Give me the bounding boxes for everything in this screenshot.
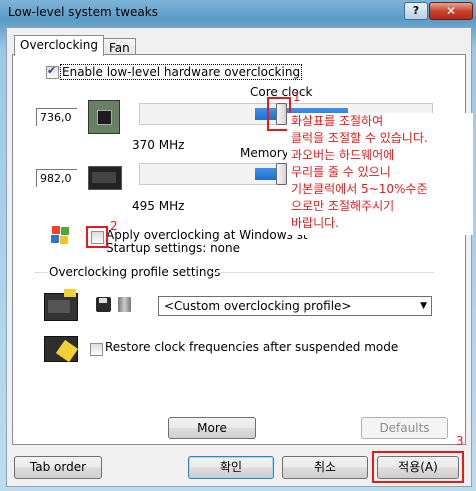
save-icon[interactable] (96, 297, 111, 312)
memory-chip-icon (88, 166, 122, 190)
profile-group-line (34, 272, 48, 273)
restore-clocks-label: Restore clock frequencies after suspende… (105, 340, 399, 354)
memory-clock-label: Memory (240, 146, 289, 160)
annotation-line: 화살표를 조절하여 (291, 114, 384, 128)
tab-overclocking[interactable]: Overclocking (14, 35, 104, 56)
annotation-line: 으로만 조절해주시기 (291, 199, 395, 213)
tab-order-button[interactable]: Tab order (14, 456, 102, 479)
help-button[interactable]: ? (404, 2, 428, 20)
memory-clock-value[interactable]: 982,0 (36, 169, 77, 187)
annotation-note: 화살표를 조절하여 클럭을 조절할 수 있습니다. 과오버는 하드웨어에 무리를… (287, 113, 473, 235)
defaults-button[interactable]: Defaults (361, 417, 448, 439)
chevron-down-icon: ▼ (420, 301, 427, 311)
profile-settings-header: Overclocking profile settings (49, 265, 221, 279)
annotation-line: 무리를 줄 수 있으니 (291, 165, 391, 179)
enable-overclocking-label: Enable low-level hardware overclocking (60, 64, 303, 80)
startup-settings-text: Startup settings: none (106, 241, 240, 255)
profile-card-icon (44, 289, 78, 321)
restore-clocks-checkbox[interactable] (90, 343, 103, 356)
annotation-marker-3: 3 (456, 434, 464, 448)
gpu-chip-icon (88, 100, 120, 134)
annotation-line: 과오버는 하드웨어에 (291, 148, 395, 162)
apply-at-startup-label: Apply overclocking at Windows st (106, 228, 308, 242)
window-title: Low-level system tweaks (8, 5, 158, 19)
delete-icon[interactable] (118, 297, 131, 312)
restore-card-icon (44, 336, 79, 363)
annotation-marker-2: 2 (110, 219, 118, 233)
close-button[interactable]: ✕ (429, 2, 473, 20)
annotation-line: 클럭을 조절할 수 있습니다. (291, 131, 428, 145)
profile-selected-value: <Custom overclocking profile> (164, 299, 352, 313)
annotation-line: 바랍니다. (291, 216, 339, 230)
ok-button[interactable]: 확인 (188, 456, 274, 479)
memory-clock-mhz: 495 MHz (132, 199, 185, 213)
annotation-marker-1: 1 (293, 90, 301, 104)
profile-dropdown[interactable]: <Custom overclocking profile> ▼ (158, 296, 432, 316)
core-clock-mhz: 370 MHz (132, 138, 185, 152)
annotation-line: 기본클럭에서 5~10%수준 (291, 182, 428, 196)
more-button[interactable]: More (168, 417, 256, 439)
memory-clock-slider-thumb[interactable] (276, 163, 287, 185)
enable-overclocking-checkbox[interactable] (46, 64, 59, 79)
annotation-box-apply (372, 451, 464, 483)
windows-logo-icon (48, 224, 74, 248)
profile-group-line (212, 272, 434, 273)
annotation-box-checkbox (86, 226, 108, 248)
cancel-button[interactable]: 취소 (282, 456, 368, 479)
core-clock-value[interactable]: 736,0 (36, 108, 77, 126)
